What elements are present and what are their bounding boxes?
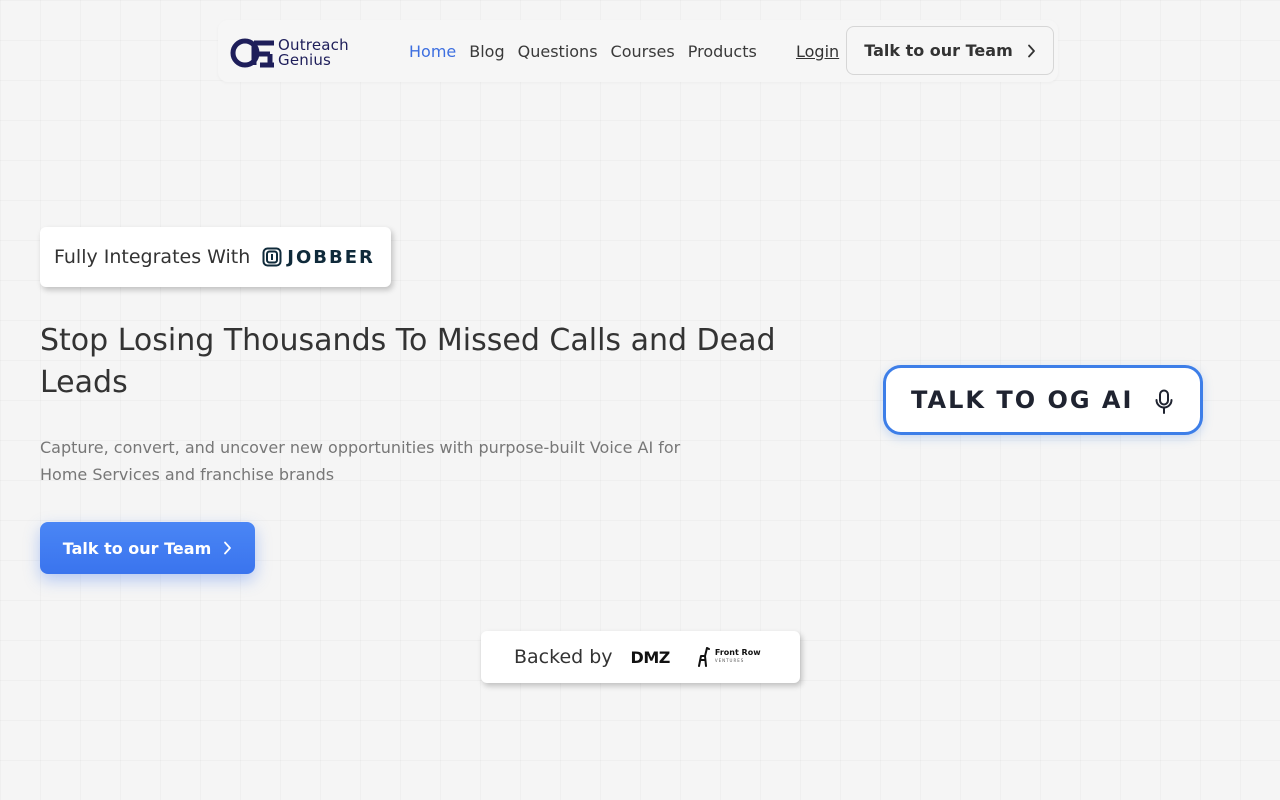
integration-label: Fully Integrates With: [54, 246, 251, 268]
microphone-icon: [1154, 389, 1174, 415]
talk-to-og-ai-button[interactable]: TALK TO OG AI: [883, 365, 1203, 435]
nav-talk-to-team-button[interactable]: Talk to our Team: [846, 26, 1054, 75]
hero-title: Stop Losing Thousands To Missed Calls an…: [40, 323, 776, 400]
jobber-logo: JOBBER: [262, 247, 375, 268]
outreach-genius-logo[interactable]: Outreach Genius: [230, 36, 370, 70]
front-row-wordmark: Front Row VENTURES: [715, 649, 761, 665]
main-nav: Home Blog Questions Courses Products: [409, 20, 770, 82]
talk-to-og-ai-label: TALK TO OG AI: [911, 386, 1134, 414]
og-logo-mark-icon: [230, 38, 274, 68]
dmz-logo: DMZ: [630, 647, 671, 667]
nav-products[interactable]: Products: [688, 42, 757, 61]
login-link[interactable]: Login: [796, 20, 839, 82]
chevron-right-icon: [1027, 44, 1036, 58]
hero-cta-label: Talk to our Team: [62, 538, 212, 558]
backed-by-badge: Backed by DMZ Front Row VENTURES: [481, 631, 800, 683]
chevron-right-icon: [223, 541, 232, 555]
integration-badge: Fully Integrates With JOBBER: [40, 227, 391, 287]
front-row-ventures-logo: Front Row VENTURES: [697, 647, 761, 667]
nav-cta-label: Talk to our Team: [864, 41, 1013, 60]
page: Outreach Genius Home Blog Questions Cour…: [0, 0, 1280, 800]
navbar: Outreach Genius Home Blog Questions Cour…: [218, 20, 1058, 82]
backed-by-label: Backed by: [514, 646, 613, 668]
jobber-mark-icon: [262, 247, 282, 267]
chair-icon: [697, 647, 710, 667]
logo-line-2: Genius: [278, 51, 332, 69]
nav-questions[interactable]: Questions: [518, 42, 598, 61]
nav-courses[interactable]: Courses: [611, 42, 675, 61]
nav-blog[interactable]: Blog: [469, 42, 504, 61]
hero-subtitle: Capture, convert, and uncover new opport…: [40, 438, 681, 484]
nav-home[interactable]: Home: [409, 42, 456, 61]
logo-wordmark: Outreach Genius: [278, 38, 349, 68]
hero-talk-to-team-button[interactable]: Talk to our Team: [40, 522, 255, 574]
front-row-subtitle: VENTURES: [714, 658, 745, 663]
jobber-wordmark: JOBBER: [287, 246, 375, 268]
front-row-name: Front Row: [714, 648, 761, 657]
